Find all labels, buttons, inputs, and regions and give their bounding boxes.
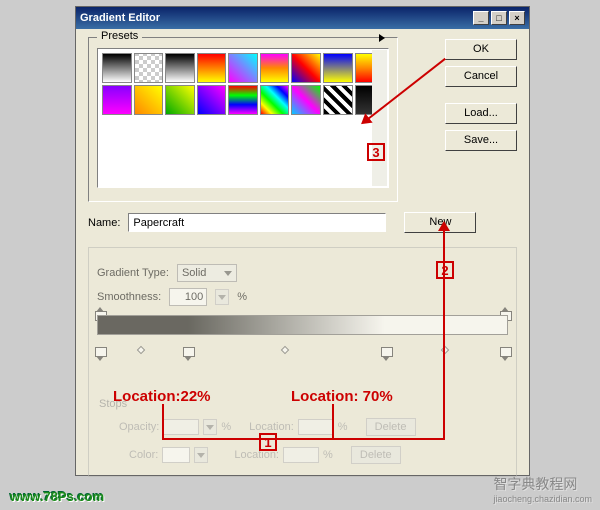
preset-swatch[interactable] [165,85,195,115]
preset-swatches [97,48,389,188]
name-input[interactable] [128,213,386,232]
preset-swatch[interactable] [260,85,290,115]
preset-swatch[interactable] [102,53,132,83]
gradient-type-select[interactable]: Solid [177,264,237,282]
gradient-editor-dialog: Gradient Editor _ □ × Presets OK Cancel … [75,6,530,476]
stops-label: Stops [99,398,127,410]
color-label: Color: [129,449,158,461]
preset-swatch[interactable] [260,53,290,83]
opacity-stepper[interactable] [203,419,217,435]
presets-label: Presets [97,30,142,42]
presets-group: Presets [88,37,398,202]
location-label: Location: [249,421,294,433]
midpoint-marker[interactable] [441,346,449,354]
watermark-text: 智字典教程网 jiaocheng.chazidian.com [493,474,592,504]
color-location-input[interactable] [283,447,319,463]
gradient-track [97,315,508,361]
smoothness-input[interactable] [169,288,207,306]
presets-scrollbar[interactable] [372,50,387,186]
preset-swatch[interactable] [323,85,353,115]
load-button[interactable]: Load... [445,103,517,124]
preset-swatch[interactable] [323,53,353,83]
smoothness-stepper[interactable] [215,289,229,305]
close-button[interactable]: × [509,11,525,25]
minimize-button[interactable]: _ [473,11,489,25]
preset-swatch[interactable] [197,85,227,115]
preset-swatch[interactable] [228,53,258,83]
new-button[interactable]: New [404,212,476,233]
preset-swatch[interactable] [134,85,164,115]
delete-opacity-stop-button[interactable]: Delete [366,418,416,436]
watermark-logo: www.78Ps.com [10,489,104,504]
location-input[interactable] [298,419,334,435]
window-title: Gradient Editor [80,12,471,24]
save-button[interactable]: Save... [445,130,517,151]
ok-button[interactable]: OK [445,39,517,60]
preset-swatch[interactable] [165,53,195,83]
gradient-type-label: Gradient Type: [97,267,169,279]
maximize-button[interactable]: □ [491,11,507,25]
location-label: Location: [234,449,279,461]
color-stop[interactable] [183,343,193,357]
titlebar[interactable]: Gradient Editor _ □ × [76,7,529,29]
smoothness-label: Smoothness: [97,291,161,303]
midpoint-marker[interactable] [281,346,289,354]
preset-swatch[interactable] [291,53,321,83]
preset-swatch[interactable] [102,85,132,115]
color-stop[interactable] [500,343,510,357]
opacity-label: Opacity: [119,421,159,433]
presets-menu-icon[interactable] [379,34,385,42]
preset-swatch[interactable] [197,53,227,83]
preset-swatch[interactable] [228,85,258,115]
color-stop[interactable] [381,343,391,357]
gradient-bar[interactable] [97,315,508,335]
color-picker-icon[interactable] [194,447,208,463]
color-swatch[interactable] [162,447,190,463]
smoothness-unit: % [237,291,247,303]
midpoint-marker[interactable] [137,346,145,354]
name-label: Name: [88,217,120,229]
preset-swatch[interactable] [134,53,164,83]
gradient-settings-group: Gradient Type: Solid Smoothness: % [88,247,517,477]
opacity-input[interactable] [163,419,199,435]
cancel-button[interactable]: Cancel [445,66,517,87]
color-stop[interactable] [95,343,105,357]
preset-swatch[interactable] [291,85,321,115]
delete-color-stop-button[interactable]: Delete [351,446,401,464]
